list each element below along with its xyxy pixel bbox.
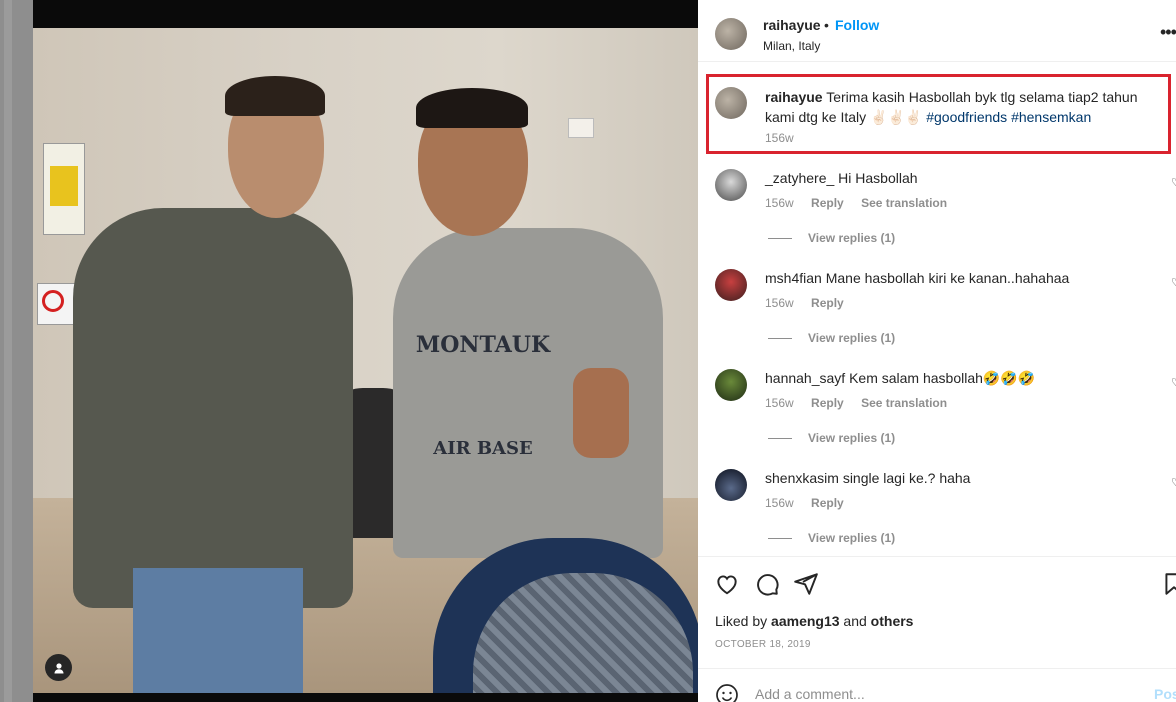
photo-letterbox-bottom [33, 693, 698, 702]
post-location[interactable]: Milan, Italy [763, 39, 820, 53]
comment-text: msh4fian Mane hasbollah kiri ke kanan..h… [765, 268, 1069, 288]
post-date[interactable]: OCTOBER 18, 2019 [715, 639, 811, 650]
view-replies-label: View replies (1) [808, 331, 896, 345]
photo-letterbox-top [33, 0, 698, 28]
comment-text: shenxkasim single lagi ke.? haha [765, 468, 970, 488]
reply-button[interactable]: Reply [811, 496, 844, 510]
comment-body: Mane hasbollah kiri ke kanan..hahahaa [825, 270, 1070, 286]
post-actions: Liked by aameng13 and others OCTOBER 18,… [698, 556, 1176, 668]
caption-avatar[interactable] [715, 87, 747, 119]
author-username[interactable]: raihayue [763, 17, 821, 33]
more-options-icon[interactable]: ••• [1160, 22, 1176, 43]
comment-body: Hi Hasbollah [838, 170, 918, 186]
comment-text: _zatyhere_ Hi Hasbollah [765, 168, 918, 188]
view-replies-label: View replies (1) [808, 531, 896, 545]
comment-meta: 156w Reply [765, 496, 858, 510]
like-comment-icon[interactable]: ♡ [1171, 276, 1176, 289]
emoji-icon[interactable] [715, 683, 739, 702]
tagged-users-button[interactable] [45, 654, 72, 681]
user-icon [54, 662, 63, 673]
comment-bar: Add a comment... Post [698, 668, 1176, 702]
comment-time[interactable]: 156w [765, 296, 794, 310]
scrollbar-thumb[interactable] [4, 0, 12, 702]
see-translation-button[interactable]: See translation [861, 196, 947, 210]
separator-dot: • [824, 17, 829, 33]
caption-text: raihayue Terima kasih Hasbollah byk tlg … [765, 87, 1170, 127]
man-left-hair [225, 76, 325, 116]
view-replies-label: View replies (1) [808, 231, 896, 245]
view-replies-button[interactable]: View replies (1) [768, 231, 895, 245]
like-comment-icon[interactable]: ♡ [1171, 476, 1176, 489]
comment-time[interactable]: 156w [765, 496, 794, 510]
warning-sign [43, 143, 85, 235]
liked-by-others[interactable]: others [871, 613, 914, 629]
follow-button[interactable]: Follow [835, 17, 879, 33]
reply-button[interactable]: Reply [811, 196, 844, 210]
comment-meta: 156w Reply See translation [765, 196, 961, 210]
like-comment-icon[interactable]: ♡ [1171, 376, 1176, 389]
scrollbar[interactable] [0, 0, 33, 702]
share-icon[interactable] [793, 571, 819, 597]
comment-username[interactable]: _zatyhere_ [765, 170, 834, 186]
page: MONTAUK AIR BASE raihayue • Follow Milan… [0, 0, 1176, 702]
caption-emojis: ✌🏻✌🏻✌🏻 [870, 109, 923, 125]
comment-time[interactable]: 156w [765, 396, 794, 410]
man-right-hair [416, 88, 528, 128]
reply-button[interactable]: Reply [811, 296, 844, 310]
reply-button[interactable]: Reply [811, 396, 844, 410]
comment-avatar[interactable] [715, 269, 747, 301]
comment-avatar[interactable] [715, 369, 747, 401]
caption-hashtags[interactable]: #goodfriends #hensemkan [926, 109, 1091, 125]
post-comment-button[interactable]: Post [1154, 686, 1176, 702]
comment-meta: 156w Reply [765, 296, 858, 310]
likes-summary: Liked by aameng13 and others [715, 613, 913, 629]
comment-text: hannah_sayf Kem salam hasbollah🤣🤣🤣 [765, 368, 1035, 388]
comment-time[interactable]: 156w [765, 196, 794, 210]
heart-icon[interactable] [714, 571, 740, 597]
post-header: raihayue • Follow Milan, Italy ••• [698, 0, 1176, 62]
photo-scene: MONTAUK AIR BASE [33, 28, 698, 693]
caption-time[interactable]: 156w [765, 131, 794, 145]
caption-meta: 156w [765, 131, 808, 145]
liked-and-label: and [843, 613, 867, 629]
author-avatar[interactable] [715, 18, 747, 50]
bookmark-icon[interactable] [1161, 571, 1176, 597]
caption-username[interactable]: raihayue [765, 89, 823, 105]
post-sidebar: raihayue • Follow Milan, Italy ••• raiha… [698, 0, 1176, 702]
comment-username[interactable]: hannah_sayf [765, 370, 845, 386]
comment-username[interactable]: msh4fian [765, 270, 822, 286]
comment-body: Kem salam hasbollah🤣🤣🤣 [849, 370, 1036, 386]
liked-by-label: Liked by [715, 613, 768, 629]
comment-avatar[interactable] [715, 169, 747, 201]
comment-username[interactable]: shenxkasim [765, 470, 839, 486]
comment-body: single lagi ke.? haha [842, 470, 971, 486]
post-photo[interactable]: MONTAUK AIR BASE [33, 0, 698, 702]
shirt-print-top: MONTAUK [415, 332, 551, 358]
light-switch [568, 118, 594, 138]
like-comment-icon[interactable]: ♡ [1171, 176, 1176, 189]
comment-meta: 156w Reply See translation [765, 396, 961, 410]
comment-input[interactable]: Add a comment... [755, 686, 865, 702]
comment-avatar[interactable] [715, 469, 747, 501]
see-translation-button[interactable]: See translation [861, 396, 947, 410]
shirt-print: MONTAUK AIR BASE [408, 323, 558, 459]
liked-by-user[interactable]: aameng13 [771, 613, 839, 629]
man-left-jeans [133, 568, 303, 693]
shirt-print-bottom: AIR BASE [433, 438, 533, 459]
view-replies-button[interactable]: View replies (1) [768, 531, 895, 545]
thumbs-up-hand [573, 368, 629, 458]
view-replies-button[interactable]: View replies (1) [768, 431, 895, 445]
view-replies-button[interactable]: View replies (1) [768, 331, 895, 345]
comment-icon[interactable] [754, 571, 780, 597]
view-replies-label: View replies (1) [808, 431, 896, 445]
man-left-jacket [73, 208, 353, 608]
